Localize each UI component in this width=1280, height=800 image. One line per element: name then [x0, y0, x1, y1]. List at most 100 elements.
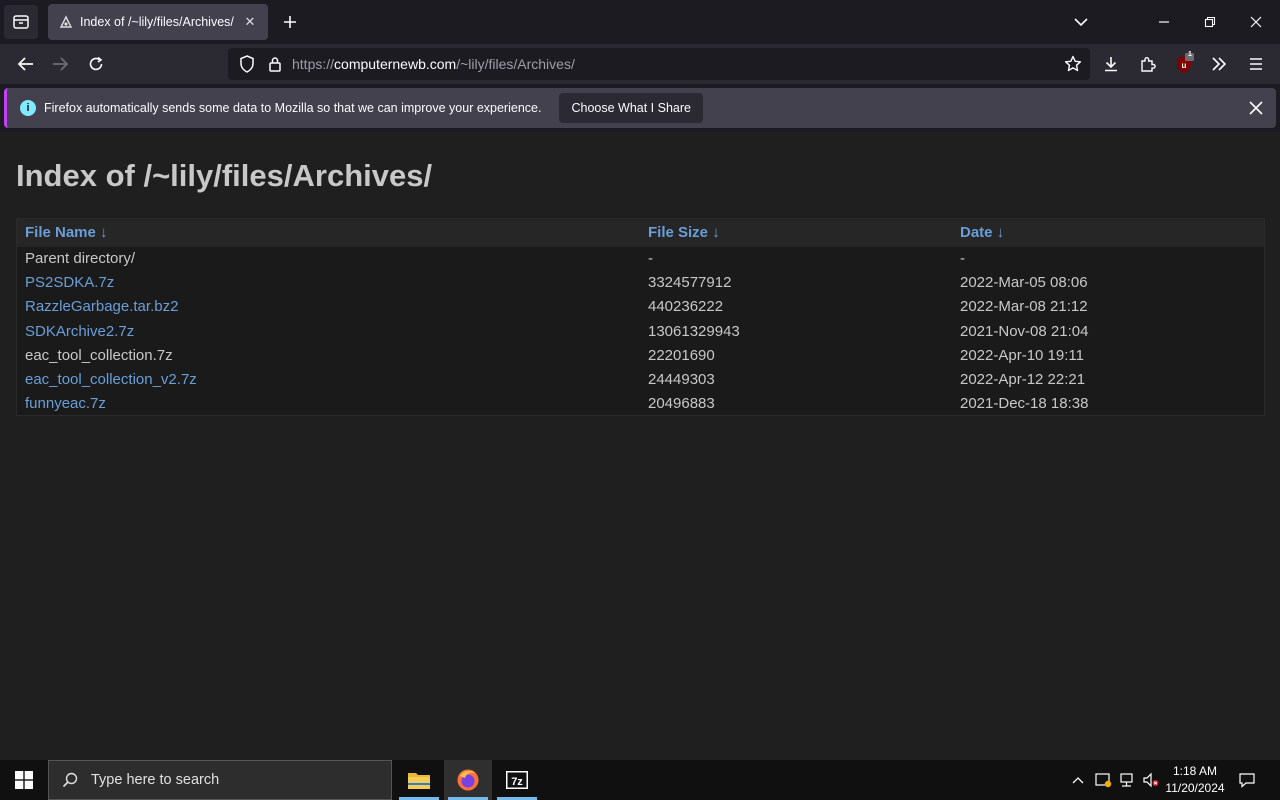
minimize-button[interactable]	[1141, 0, 1187, 44]
page-favicon-icon	[58, 14, 74, 30]
chevron-down-icon	[1074, 18, 1088, 27]
minimize-icon	[1159, 21, 1169, 23]
network-icon	[1120, 773, 1133, 787]
parent-directory-link[interactable]: Parent directory/	[25, 250, 135, 267]
file-date: 2021-Nov-08 21:04	[960, 322, 1089, 340]
ublock-origin-button[interactable]: u 1	[1170, 50, 1198, 78]
close-window-button[interactable]	[1233, 0, 1279, 44]
table-row: PS2SDKA.7z 3324577912 2022-Mar-05 08:06	[17, 271, 1264, 295]
tab-active[interactable]: Index of /~lily/files/Archives/ ✕	[48, 4, 268, 40]
list-all-tabs-button[interactable]	[1070, 11, 1092, 33]
svg-text:u: u	[1182, 61, 1187, 70]
file-size: -	[648, 250, 653, 267]
reload-icon	[89, 56, 103, 71]
file-size: 440236222	[648, 298, 724, 316]
taskbar-clock[interactable]: 1:18 AM 11/20/2024	[1160, 763, 1230, 797]
tray-security-icon[interactable]	[1092, 760, 1114, 800]
file-link[interactable]: RazzleGarbage.tar.bz2	[25, 298, 178, 315]
downloads-button[interactable]	[1097, 50, 1125, 78]
file-link[interactable]: eac_tool_collection.7z	[25, 347, 173, 364]
file-link[interactable]: eac_tool_collection_v2.7z	[25, 371, 197, 388]
table-row: funnyeac.7z 20496883 2021-Dec-18 18:38	[17, 392, 1264, 416]
security-alert-icon	[1095, 773, 1112, 788]
file-date: -	[960, 250, 965, 267]
table-header: File Name ↓ File Size ↓ Date ↓	[17, 219, 1264, 247]
page-heading: Index of /~lily/files/Archives/	[16, 158, 433, 193]
double-chevron-right-icon	[1212, 57, 1227, 71]
file-link[interactable]: funnyeac.7z	[25, 395, 106, 412]
firefox-icon	[457, 769, 479, 791]
table-row: eac_tool_collection.7z 22201690 2022-Apr…	[17, 344, 1264, 368]
info-icon: i	[20, 100, 36, 116]
reload-button[interactable]	[82, 50, 110, 78]
clock-time: 1:18 AM	[1172, 764, 1218, 778]
telemetry-notification-bar: i Firefox automatically sends some data …	[4, 88, 1276, 128]
column-header-date[interactable]: Date ↓	[960, 224, 1004, 241]
windows-logo-icon	[15, 771, 33, 789]
file-size: 20496883	[648, 395, 715, 413]
file-date: 2022-Apr-12 22:21	[960, 370, 1086, 388]
folder-icon	[408, 773, 430, 789]
taskbar-search-box[interactable]: Type here to search	[48, 760, 392, 800]
taskbar-7zip[interactable]: 7z	[493, 760, 541, 800]
url-host: computernewb.com	[334, 56, 457, 72]
hamburger-menu-icon	[1250, 58, 1262, 70]
taskbar-file-explorer[interactable]	[395, 760, 443, 800]
more-tools-button[interactable]	[1205, 50, 1233, 78]
file-date: 2022-Apr-10 19:11	[960, 346, 1084, 364]
url-scheme: https://	[292, 56, 335, 72]
restore-button[interactable]	[1187, 0, 1233, 44]
file-listing-table: File Name ↓ File Size ↓ Date ↓ Parent di…	[16, 218, 1265, 416]
windows-taskbar: Type here to search 7z 1:18 AM 11/20/202…	[0, 760, 1280, 800]
column-header-file-name[interactable]: File Name ↓	[25, 224, 108, 241]
7zip-icon: 7z	[506, 771, 528, 789]
file-link[interactable]: SDKArchive2.7z	[25, 323, 134, 340]
file-date: 2022-Mar-05 08:06	[960, 274, 1088, 292]
file-size: 24449303	[648, 370, 715, 388]
volume-muted-icon	[1143, 772, 1159, 788]
svg-text:7z: 7z	[511, 776, 523, 788]
puzzle-icon	[1141, 57, 1156, 72]
notification-close-icon[interactable]	[1246, 98, 1266, 118]
taskbar-firefox[interactable]	[444, 760, 492, 800]
column-header-file-size[interactable]: File Size ↓	[648, 224, 720, 241]
file-size: 22201690	[648, 346, 715, 364]
firefox-view-icon	[13, 15, 29, 29]
new-tab-button[interactable]	[279, 11, 301, 33]
file-date: 2022-Mar-08 21:12	[960, 298, 1088, 316]
tray-network-icon[interactable]	[1116, 760, 1138, 800]
show-hidden-icons-button[interactable]	[1068, 760, 1088, 800]
extension-badge-count: 1	[1188, 51, 1192, 58]
search-placeholder: Type here to search	[91, 772, 220, 788]
action-center-button[interactable]	[1234, 760, 1260, 800]
extensions-button[interactable]	[1134, 50, 1162, 78]
arrow-right-icon	[53, 57, 69, 71]
table-row: Parent directory/ - -	[17, 247, 1264, 271]
url-path: /~lily/files/Archives/	[456, 56, 575, 72]
app-menu-button[interactable]	[1242, 50, 1270, 78]
file-link[interactable]: PS2SDKA.7z	[25, 274, 114, 291]
chevron-up-icon	[1072, 777, 1084, 784]
restore-icon	[1204, 16, 1216, 28]
tracking-protection-shield-icon[interactable]	[236, 53, 258, 75]
start-button[interactable]	[0, 760, 48, 800]
tab-strip: Index of /~lily/files/Archives/ ✕	[0, 0, 1280, 44]
tab-title: Index of /~lily/files/Archives/	[80, 15, 234, 29]
lock-icon[interactable]	[264, 53, 286, 75]
tab-close-icon[interactable]: ✕	[240, 12, 260, 32]
choose-what-i-share-button[interactable]: Choose What I Share	[559, 93, 703, 123]
navigation-toolbar: https://computernewb.com/~lily/files/Arc…	[0, 44, 1280, 84]
tray-volume-icon[interactable]	[1140, 760, 1162, 800]
bookmark-star-icon[interactable]	[1062, 53, 1084, 75]
table-row: SDKArchive2.7z 13061329943 2021-Nov-08 2…	[17, 320, 1264, 344]
url-bar[interactable]: https://computernewb.com/~lily/files/Arc…	[228, 48, 1090, 80]
back-button[interactable]	[12, 50, 40, 78]
clock-date: 11/20/2024	[1165, 781, 1225, 795]
page-content: Index of /~lily/files/Archives/ File Nam…	[0, 132, 1280, 760]
forward-button[interactable]	[46, 50, 74, 78]
file-date: 2021-Dec-18 18:38	[960, 395, 1089, 413]
table-row: RazzleGarbage.tar.bz2 440236222 2022-Mar…	[17, 295, 1264, 319]
firefox-view-button[interactable]	[4, 5, 38, 39]
file-size: 3324577912	[648, 274, 732, 292]
plus-icon	[284, 16, 296, 28]
